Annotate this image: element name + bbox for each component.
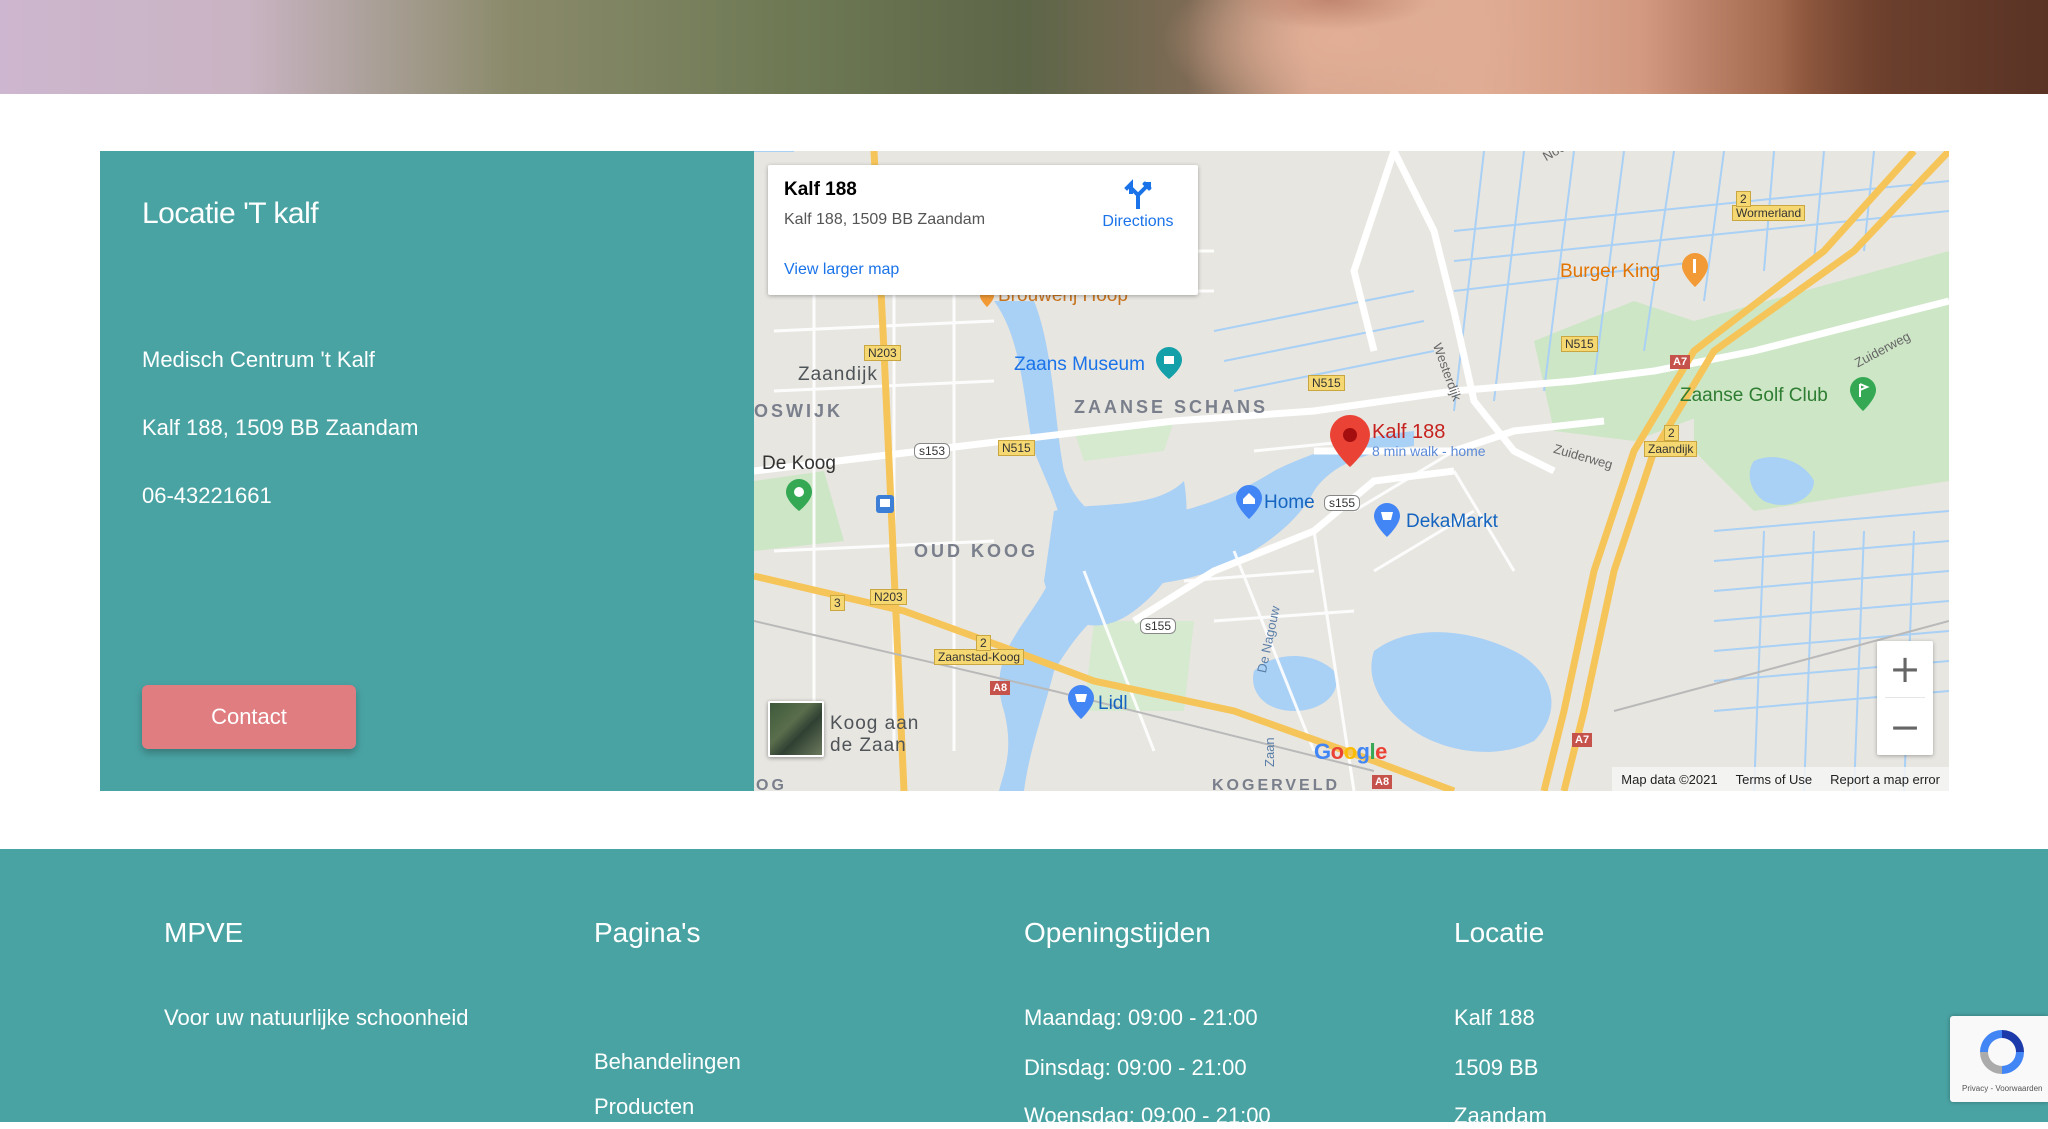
zoom-in-button[interactable]: + bbox=[1877, 641, 1933, 697]
shield-a8-a: A8 bbox=[990, 681, 1011, 695]
footer-title-location: Locatie bbox=[1454, 917, 1545, 948]
lidl-pin-icon[interactable] bbox=[1068, 685, 1094, 719]
map-attribution: Map data ©2021 Terms of Use Report a map… bbox=[1612, 767, 1949, 791]
map-label-zaans-museum[interactable]: Zaans Museum bbox=[1014, 354, 1145, 376]
shield-2-b: 2 bbox=[1664, 425, 1679, 441]
map-label-home[interactable]: Home bbox=[1264, 492, 1315, 514]
map-info-card: Kalf 188 Kalf 188, 1509 BB Zaandam View … bbox=[768, 165, 1198, 295]
center-phone[interactable]: 06-43221661 bbox=[142, 483, 272, 509]
shield-n515-c: N515 bbox=[1561, 336, 1598, 352]
info-card-address: Kalf 188, 1509 BB Zaandam bbox=[784, 211, 986, 228]
map-label-koog-aan: Koog aan bbox=[830, 713, 920, 734]
transit-icon[interactable] bbox=[876, 495, 894, 513]
directions-button[interactable]: Directions bbox=[1092, 179, 1184, 231]
map-label-zaandijk: Zaandijk bbox=[798, 364, 878, 385]
shield-wormerland: Wormerland bbox=[1732, 205, 1806, 221]
shield-zaanstad-koog: Zaanstad-Koog bbox=[934, 649, 1025, 665]
map-label-de-zaan: de Zaan bbox=[830, 735, 907, 756]
location-panel: Locatie 'T kalf Medisch Centrum 't Kalf … bbox=[100, 151, 754, 791]
footer-location-street: Kalf 188 bbox=[1454, 1005, 1535, 1030]
map-label-walk-home: 8 min walk - home bbox=[1372, 443, 1486, 459]
map-label-kogerveld: KOGERVELD bbox=[1212, 777, 1341, 791]
zoom-out-button[interactable]: − bbox=[1877, 699, 1933, 755]
location-title: Locatie 'T kalf bbox=[142, 197, 319, 230]
shield-a7-a: A7 bbox=[1670, 355, 1691, 369]
view-larger-map-link[interactable]: View larger map bbox=[784, 261, 899, 279]
footer-link-behandelingen[interactable]: Behandelingen bbox=[594, 1049, 741, 1075]
shop-pin-icon[interactable] bbox=[1374, 503, 1400, 537]
recaptcha-badge[interactable]: Privacy - Voorwaarden bbox=[1950, 1016, 2048, 1102]
map-label-zaanse-golf[interactable]: Zaanse Golf Club bbox=[1680, 385, 1828, 407]
footer-hours-monday: Maandag: 09:00 - 21:00 bbox=[1024, 1005, 1258, 1030]
google-map[interactable]: OSWIJK Zaandijk ZAANSE SCHANS OUD KOOG K… bbox=[754, 151, 1949, 791]
shield-a7-b: A7 bbox=[1572, 733, 1593, 747]
shield-3: 3 bbox=[830, 595, 845, 611]
terms-of-use-link[interactable]: Terms of Use bbox=[1727, 772, 1822, 787]
contact-button[interactable]: Contact bbox=[142, 685, 356, 749]
footer-location-city: Zaandam bbox=[1454, 1103, 1547, 1128]
directions-icon bbox=[1124, 179, 1152, 209]
location-pin-icon[interactable] bbox=[1330, 415, 1370, 467]
map-label-oud-koog: OUD KOOG bbox=[914, 541, 1039, 561]
google-logo: Google bbox=[1314, 739, 1387, 764]
park-pin-icon[interactable] bbox=[786, 479, 812, 511]
shield-2-a: 2 bbox=[976, 635, 991, 651]
golf-pin-icon[interactable] bbox=[1850, 377, 1876, 411]
map-label-lidl[interactable]: Lidl bbox=[1098, 693, 1128, 715]
museum-pin-icon[interactable] bbox=[1156, 347, 1182, 379]
report-map-error-link[interactable]: Report a map error bbox=[1821, 772, 1949, 787]
shield-s153: s153 bbox=[914, 443, 951, 459]
shield-s155-b: s155 bbox=[1140, 618, 1177, 634]
footer-hours-tuesday: Dinsdag: 09:00 - 21:00 bbox=[1024, 1055, 1247, 1080]
shield-n515-b: N515 bbox=[1308, 375, 1345, 391]
shield-s155-a: s155 bbox=[1324, 495, 1361, 511]
footer-title-pages: Pagina's bbox=[594, 917, 701, 948]
map-label-zaanse-schans: ZAANSE SCHANS bbox=[1074, 397, 1269, 417]
recaptcha-text[interactable]: Privacy - Voorwaarden bbox=[1962, 1084, 2042, 1093]
map-label-oswijk: OSWIJK bbox=[754, 401, 844, 421]
map-label-de-koog[interactable]: De Koog bbox=[762, 453, 836, 475]
center-name: Medisch Centrum 't Kalf bbox=[142, 347, 375, 372]
street-zaan: Zaan bbox=[1262, 737, 1277, 767]
satellite-toggle-button[interactable] bbox=[768, 701, 824, 757]
map-label-kalf[interactable]: Kalf 188 bbox=[1372, 421, 1445, 444]
map-label-burger-king[interactable]: Burger King bbox=[1560, 261, 1660, 283]
info-card-title: Kalf 188 bbox=[784, 179, 857, 200]
footer-title-hours: Openingstijden bbox=[1024, 917, 1211, 948]
shield-n203-a: N203 bbox=[864, 345, 901, 361]
footer-hours-wednesday: Woensdag: 09:00 - 21:00 bbox=[1024, 1103, 1271, 1128]
hero-image bbox=[0, 0, 2048, 94]
center-address: Kalf 188, 1509 BB Zaandam bbox=[142, 415, 419, 440]
restaurant-pin-icon[interactable] bbox=[1682, 253, 1708, 287]
recaptcha-icon bbox=[1980, 1030, 2024, 1074]
shield-a8-b: A8 bbox=[1372, 775, 1393, 789]
map-label-og: OG bbox=[756, 777, 787, 791]
shield-2-c: 2 bbox=[1736, 191, 1751, 207]
footer-title-mpve: MPVE bbox=[164, 917, 244, 948]
map-data-text: Map data ©2021 bbox=[1621, 771, 1718, 787]
shield-n203-b: N203 bbox=[870, 589, 907, 605]
home-pin-icon[interactable] bbox=[1236, 485, 1262, 519]
shield-zaandijk-exit: Zaandijk bbox=[1644, 441, 1698, 457]
directions-label: Directions bbox=[1102, 213, 1174, 230]
site-footer: MPVE Voor uw natuurlijke schoonheid Pagi… bbox=[0, 849, 2048, 1128]
shield-n515-a: N515 bbox=[998, 440, 1035, 456]
footer-link-producten[interactable]: Producten bbox=[594, 1094, 694, 1120]
footer-tagline: Voor uw natuurlijke schoonheid bbox=[164, 1005, 469, 1030]
zoom-control: + − bbox=[1877, 641, 1933, 755]
footer-location-postcode: 1509 BB bbox=[1454, 1055, 1539, 1080]
map-label-dekamarkt[interactable]: DekaMarkt bbox=[1406, 511, 1498, 533]
